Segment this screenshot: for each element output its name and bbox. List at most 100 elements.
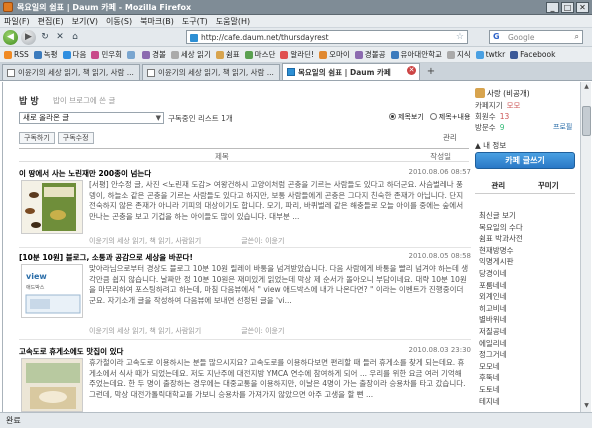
bookmark-item[interactable]: 오마이	[319, 49, 350, 60]
bookmark-item[interactable]: twtkr	[475, 50, 505, 59]
board-link[interactable]: 히고비네	[479, 303, 523, 315]
close-tab-icon[interactable]: ✕	[407, 66, 416, 75]
tab-1[interactable]: 이윤기의 세상 읽기, 책 읽기, 사람 ...	[2, 64, 140, 80]
board-link[interactable]: 테지네	[479, 396, 523, 408]
board-link[interactable]: 익명게시판	[479, 256, 523, 268]
menu-edit[interactable]: 편집(E)	[38, 16, 64, 27]
menu-view[interactable]: 보기(V)	[72, 16, 98, 27]
bookmark-item[interactable]: 녹평	[33, 49, 58, 60]
row-value[interactable]: 모모	[507, 101, 521, 110]
bookmark-label: Facebook	[520, 50, 556, 59]
vertical-scrollbar[interactable]: ▲ ▼	[580, 82, 591, 412]
reload-button[interactable]: ↻	[39, 30, 51, 44]
board-link[interactable]: 별바위네	[479, 314, 523, 326]
search-icon[interactable]: ⌕	[575, 32, 579, 42]
search-placeholder: Google	[508, 32, 535, 42]
scrollbar-thumb[interactable]	[582, 106, 591, 136]
bookmark-item[interactable]: Facebook	[510, 50, 555, 59]
board-link[interactable]: 최신글 보기	[479, 210, 523, 222]
bookmark-item[interactable]: RSS	[4, 50, 29, 59]
board-link[interactable]: 모모네	[479, 361, 523, 373]
bookmark-item[interactable]: 경볼공	[354, 49, 386, 60]
bookmark-icon	[4, 50, 12, 59]
tab-3-active[interactable]: 목요일의 쉼표 | Daum 카페 ✕	[282, 63, 420, 80]
board-link[interactable]: 현재방명수	[479, 245, 523, 257]
scroll-up-icon[interactable]: ▲	[582, 83, 591, 92]
board-link[interactable]: 목요일의 수다	[479, 222, 523, 234]
post-meta: 이윤기의 세상 읽기, 책 읽기, 사람읽기 글쓴이: 이윤기	[89, 236, 284, 246]
menu-bookmarks[interactable]: 북마크(B)	[140, 16, 174, 27]
tab-decorate[interactable]: 꾸미기	[538, 180, 559, 193]
tab-manage[interactable]: 관리	[491, 180, 505, 193]
home-button[interactable]: ⌂	[69, 30, 81, 44]
close-button[interactable]: ✕	[576, 2, 589, 13]
board-link[interactable]: 정그거네	[479, 349, 523, 361]
board-link[interactable]: 저질공네	[479, 326, 523, 338]
post-title[interactable]: [10분 10원] 블로그, 소통과 공감으로 세상을 바꾼다!	[19, 252, 193, 263]
profile-link[interactable]: 프로필	[553, 122, 572, 132]
menu-file[interactable]: 파일(F)	[4, 16, 30, 27]
cafe-sidebar: 사랑 (비공개) 카페지기 모모 회원수 13 방문수 9 프로필 ▲ 내 정보 카페…	[473, 82, 580, 412]
tab-2[interactable]: 이윤기의 세상 읽기, 책 읽기, 사람 ...	[142, 64, 280, 80]
my-info-toggle[interactable]: ▲ 내 정보	[475, 140, 506, 151]
post-thumbnail[interactable]: view 애드박스	[21, 264, 83, 318]
post-date: 2010.08.06 08:57	[408, 168, 471, 176]
bookmark-label: 다음	[72, 50, 87, 59]
board-link[interactable]: 후뚝네	[479, 372, 523, 384]
bookmark-icon	[354, 50, 363, 59]
post-title[interactable]: 이 땅에서 사는 노린재만 200종이 넘는다	[19, 168, 151, 179]
bookmark-item[interactable]: 쉼표	[215, 49, 240, 60]
post-title[interactable]: 고속도로 휴게소에도 맛집이 있다	[19, 346, 123, 357]
svg-text:애드박스: 애드박스	[26, 284, 45, 291]
post-item: [10분 10원] 블로그, 소통과 공감으로 세상을 바꾼다! 2010.08…	[19, 252, 471, 340]
cafe-manager-row: 카페지기 모모	[475, 100, 520, 111]
subscribe-buttons: 구독하기 구독수정	[19, 132, 94, 144]
sidebar-tabs: 관리 꾸미기	[475, 180, 575, 194]
edit-subscribe-button[interactable]: 구독수정	[57, 132, 94, 144]
post-filter-select[interactable]: 새로 올라온 글 ▼	[19, 112, 164, 124]
post-thumbnail[interactable]	[21, 180, 83, 234]
menu-help[interactable]: 도움말(H)	[216, 16, 250, 27]
bookmark-item[interactable]: 마스단	[244, 49, 275, 60]
bookmark-item[interactable]: 다음	[62, 49, 87, 60]
bookmark-item[interactable]: 민우회	[91, 49, 122, 60]
manage-link[interactable]: 관리	[443, 132, 457, 143]
bookmark-item[interactable]: 알라딘!	[280, 49, 314, 60]
stop-button[interactable]: ✕	[54, 30, 66, 44]
radio-title-only[interactable]: 제목보기	[389, 112, 424, 122]
back-button[interactable]: ◀	[3, 29, 18, 45]
post-category[interactable]: 이윤기의 세상 읽기, 책 읽기, 사람읽기	[89, 237, 201, 245]
board-link[interactable]: 도토네	[479, 384, 523, 396]
bookmark-item[interactable]: 지식	[446, 49, 471, 60]
scroll-down-icon[interactable]: ▼	[582, 402, 591, 411]
bookmark-item[interactable]: 경볼	[142, 49, 166, 60]
board-link[interactable]: 에일리네	[479, 338, 523, 350]
menu-tools[interactable]: 도구(T)	[182, 16, 208, 27]
post-category[interactable]: 이윤기의 세상 읽기, 책 읽기, 사람읽기	[89, 327, 201, 335]
post-excerpt: [서평] 안수정 글, 사진 <노린재 도감> 여왕건하시 고양이처럼 곤충을 …	[89, 180, 464, 221]
radio-icon	[429, 113, 437, 120]
forward-button[interactable]: ▶	[21, 29, 36, 45]
subscribe-button[interactable]: 구독하기	[19, 132, 55, 144]
write-post-button[interactable]: 카페 글쓰기	[475, 152, 575, 169]
col-date: 작성일	[430, 152, 451, 161]
maximize-button[interactable]: □	[561, 2, 574, 13]
radio-title-content[interactable]: 제목+내용	[429, 112, 470, 122]
avatar[interactable]	[475, 88, 485, 98]
bookmark-star-icon[interactable]: ☆	[456, 32, 464, 42]
bookmark-item[interactable]: 세상 읽기	[170, 49, 211, 60]
search-bar[interactable]: G Google ⌕	[489, 30, 583, 44]
board-link[interactable]: 포룸네네	[479, 280, 523, 292]
menu-go[interactable]: 이동(S)	[106, 16, 132, 27]
profile-name[interactable]: 사랑 (비공개)	[487, 88, 530, 99]
post-thumbnail[interactable]	[21, 358, 83, 412]
bookmark-item[interactable]	[127, 50, 137, 59]
board-link[interactable]: 쉼표 박과사전	[479, 233, 523, 245]
board-link[interactable]: 외계인네	[479, 291, 523, 303]
bookmark-label: 쉼표	[225, 50, 240, 59]
minimize-button[interactable]: _	[546, 2, 559, 13]
url-bar[interactable]: http://cafe.daum.net/thursdayrest ☆	[186, 30, 468, 44]
new-tab-button[interactable]: +	[424, 66, 438, 80]
bookmark-item[interactable]: 유아대안학교	[390, 49, 442, 60]
board-link[interactable]: 당경이네	[479, 268, 523, 280]
